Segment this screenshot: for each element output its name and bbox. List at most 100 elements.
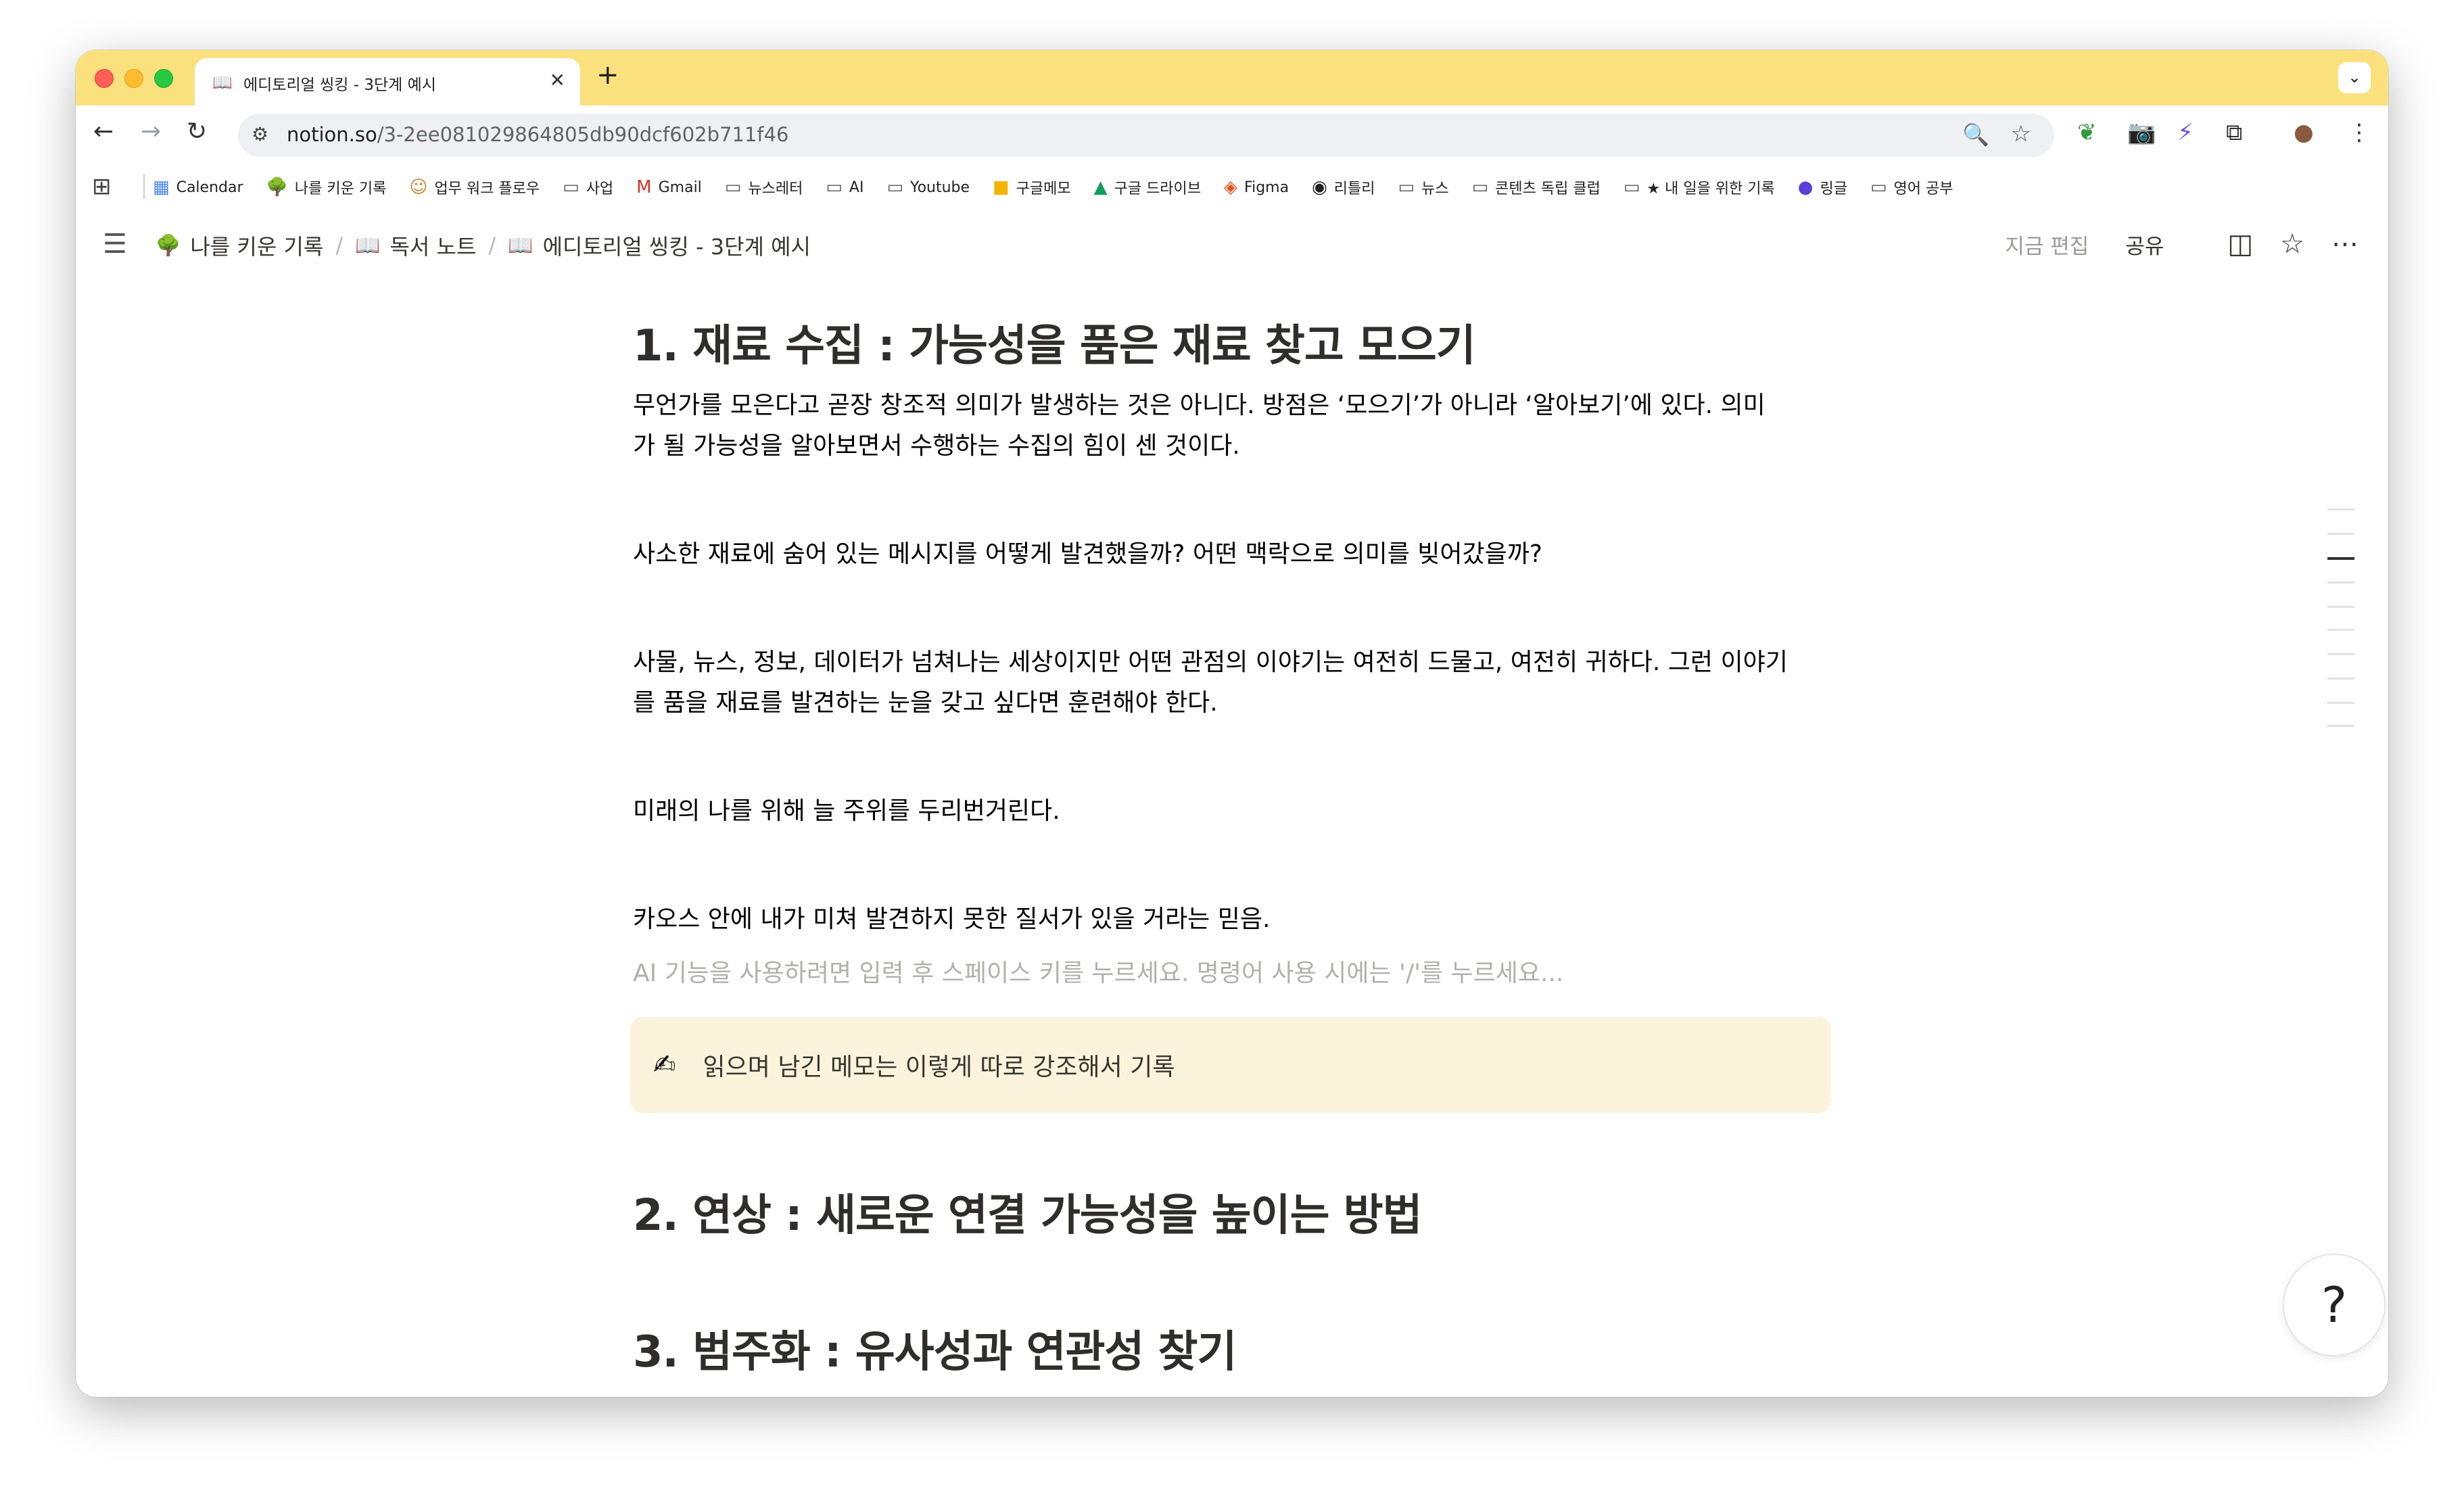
lightning-extension-icon[interactable]: ⚡ (2177, 119, 2194, 146)
bookmarks-bar: ⊞ ▦ Calendar 🌳 나를 키운 기록 ☺ 업무 워크 플로우 ▭ 사업 M Gm… (76, 165, 2388, 211)
paragraph-line[interactable]: 무언가를 모은다고 곧장 창조적 의미가 발생하는 것은 아니다. 방점은 ‘모… (633, 385, 1766, 426)
minimize-window-button[interactable] (124, 69, 143, 88)
bookmark-item[interactable]: ▭ 뉴스 (1398, 176, 1449, 198)
breadcrumb: 🌳 나를 키운 기록 / 📖 독서 노트 / 📖 에디토리얼 씽킹 - 3단계 … (156, 230, 811, 261)
paragraph[interactable]: 사소한 재료에 숨어 있는 메시지를 어떻게 발견했을까? 어떤 맥락으로 의미… (633, 534, 1542, 575)
gmail-icon: M (636, 177, 652, 197)
bookmark-item[interactable]: M Gmail (636, 177, 702, 197)
writing-hand-icon: ✍ (653, 1049, 676, 1080)
camera-extension-icon[interactable]: 📷 (2127, 119, 2156, 146)
toc-marker[interactable] (2327, 725, 2354, 727)
close-tab-icon[interactable]: ✕ (550, 69, 565, 91)
toc-marker[interactable] (2327, 581, 2354, 584)
browser-toolbar: ← → ↻ ⚙ notion.so/3-2ee081029864805db90d… (76, 105, 2388, 165)
folder-icon: ▭ (886, 177, 904, 197)
zoom-window-button[interactable] (154, 69, 173, 88)
person-icon: ☺ (409, 177, 428, 197)
new-tab-button[interactable]: + (596, 60, 619, 91)
assistant-mascot-icon: ? (2321, 1277, 2348, 1333)
tree-icon: 🌳 (266, 177, 288, 197)
bookmark-item[interactable]: ▭ 영어 공부 (1870, 176, 1953, 198)
active-tab[interactable]: 📖 에디토리얼 씽킹 - 3단계 예시 ✕ (195, 58, 580, 105)
callout-block[interactable]: ✍ 읽으며 남긴 메모는 이렇게 따로 강조해서 기록 (630, 1017, 1831, 1113)
share-button[interactable]: 공유 (2125, 229, 2164, 260)
bookmark-item[interactable]: ▭ AI (826, 177, 863, 197)
topbar-actions: 지금 편집 공유 ◫ ☆ ⋯ (2005, 229, 2359, 260)
toc-marker[interactable] (2327, 678, 2354, 680)
close-window-button[interactable] (95, 69, 114, 88)
more-options-icon[interactable]: ⋯ (2331, 229, 2359, 260)
heading-2[interactable]: 2. 연상 : 새로운 연결 가능성을 높이는 방법 (633, 1181, 1422, 1243)
toc-marker[interactable] (2327, 533, 2354, 535)
bookmark-item[interactable]: ▭ 콘텐츠 독립 클럽 (1472, 176, 1601, 198)
bookmark-item[interactable]: 🌳 나를 키운 기록 (266, 176, 387, 198)
sidebar-menu-icon[interactable]: ☰ (103, 229, 127, 260)
callout-text[interactable]: 읽으며 남긴 메모는 이렇게 따로 강조해서 기록 (703, 1047, 1175, 1083)
tab-title: 에디토리얼 씽킹 - 3단계 예시 (243, 76, 436, 94)
zoom-icon[interactable]: 🔍 (1962, 122, 1989, 147)
book-icon: 📖 (212, 73, 233, 92)
bookmark-item[interactable]: ▭ Youtube (886, 177, 970, 197)
heading-1[interactable]: 1. 재료 수집 : 가능성을 품은 재료 찾고 모으기 (633, 311, 1476, 373)
bookmark-star-icon[interactable]: ☆ (2011, 120, 2031, 147)
bookmarks-list: ▦ Calendar 🌳 나를 키운 기록 ☺ 업무 워크 플로우 ▭ 사업 M Gmai… (153, 165, 1976, 210)
paragraph-line[interactable]: 가 될 가능성을 알아보면서 수행하는 수집의 힘이 센 것이다. (633, 426, 1240, 467)
evernote-extension-icon[interactable]: ❦ (2077, 119, 2097, 146)
book-icon: 📖 (355, 233, 381, 258)
bookmark-item[interactable]: ▭ ★ 내 일을 위한 기록 (1624, 176, 1775, 198)
forward-icon[interactable]: → (141, 118, 161, 145)
book-icon: 📖 (508, 233, 534, 258)
tab-strip: 📖 에디토리얼 씽킹 - 3단계 예시 ✕ + ⌄ (76, 50, 2388, 105)
edit-status: 지금 편집 (2005, 234, 2089, 259)
paragraph[interactable]: 미래의 나를 위해 늘 주위를 두리번거린다. (633, 791, 1060, 832)
breadcrumb-separator: / (488, 233, 496, 258)
keep-icon: ■ (993, 177, 1010, 197)
help-assistant-button[interactable]: ? (2283, 1254, 2386, 1356)
site-info-icon[interactable]: ⚙ (252, 123, 268, 145)
bookmark-item[interactable]: ▭ 사업 (563, 176, 613, 198)
bookmark-item[interactable]: ■ 구글메모 (993, 176, 1071, 198)
profile-avatar[interactable]: ● (2294, 119, 2314, 146)
paragraph-line[interactable]: 를 품을 재료를 발견하는 눈을 갖고 싶다면 훈련해야 한다. (633, 683, 1218, 723)
figma-icon: ◈ (1224, 177, 1238, 197)
browser-menu-icon[interactable]: ⋮ (2348, 119, 2371, 146)
bookmark-item[interactable]: ◉ 리틀리 (1312, 176, 1375, 198)
bookmark-item[interactable]: ▦ Calendar (153, 177, 243, 197)
back-icon[interactable]: ← (93, 118, 114, 145)
folder-icon: ▭ (1471, 177, 1489, 197)
drive-icon: ▲ (1093, 177, 1108, 197)
paragraph[interactable]: 카오스 안에 내가 미쳐 발견하지 못한 질서가 있을 거라는 믿음. (633, 899, 1270, 940)
paragraph-line[interactable]: 사물, 뉴스, 정보, 데이터가 넘쳐나는 세상이지만 어떤 관점의 이야기는 … (633, 642, 1788, 683)
tab-search-button[interactable]: ⌄ (2338, 62, 2371, 93)
bookmark-item[interactable]: ● 링글 (1798, 176, 1847, 198)
toc-marker[interactable] (2327, 629, 2354, 631)
extensions-icon[interactable]: ⧉ (2226, 119, 2242, 146)
toc-marker[interactable] (2327, 653, 2354, 655)
side-peek-icon[interactable]: ◫ (2227, 229, 2253, 260)
favorite-star-icon[interactable]: ☆ (2280, 229, 2304, 260)
bookmarks-divider (143, 174, 145, 199)
ringle-icon: ● (1797, 177, 1814, 197)
bookmark-item[interactable]: ◈ Figma (1224, 177, 1289, 197)
breadcrumb-item[interactable]: 📖 에디토리얼 씽킹 - 3단계 예시 (508, 230, 811, 261)
toc-marker[interactable] (2327, 508, 2354, 510)
apps-grid-icon[interactable]: ⊞ (92, 173, 112, 200)
breadcrumb-item[interactable]: 🌳 나를 키운 기록 (156, 230, 323, 261)
reload-icon[interactable]: ↻ (187, 118, 207, 145)
littly-icon: ◉ (1312, 177, 1327, 197)
bookmark-item[interactable]: ☺ 업무 워크 플로우 (409, 176, 540, 198)
bookmark-item[interactable]: ▲ 구글 드라이브 (1094, 176, 1201, 198)
url-text[interactable]: notion.so/3-2ee081029864805db90dcf602b71… (287, 123, 788, 146)
folder-icon: ▭ (1870, 177, 1887, 197)
toc-marker[interactable] (2327, 702, 2354, 704)
address-bar[interactable]: ⚙ notion.so/3-2ee081029864805db90dcf602b… (238, 114, 2054, 157)
bookmark-item[interactable]: ▭ 뉴스레터 (725, 176, 803, 198)
breadcrumb-item[interactable]: 📖 독서 노트 (355, 230, 476, 261)
ai-input-placeholder[interactable]: AI 기능을 사용하려면 입력 후 스페이스 키를 누르세요. 명령어 사용 시… (633, 953, 1563, 994)
browser-window: 📖 에디토리얼 씽킹 - 3단계 예시 ✕ + ⌄ ← → ↻ ⚙ notion… (76, 50, 2388, 1397)
calendar-icon: ▦ (153, 177, 170, 197)
folder-icon: ▭ (563, 177, 579, 197)
toc-marker-active[interactable] (2327, 557, 2354, 560)
toc-marker[interactable] (2327, 606, 2354, 608)
heading-3[interactable]: 3. 범주화 : 유사성과 연관성 찾기 (633, 1317, 1237, 1379)
